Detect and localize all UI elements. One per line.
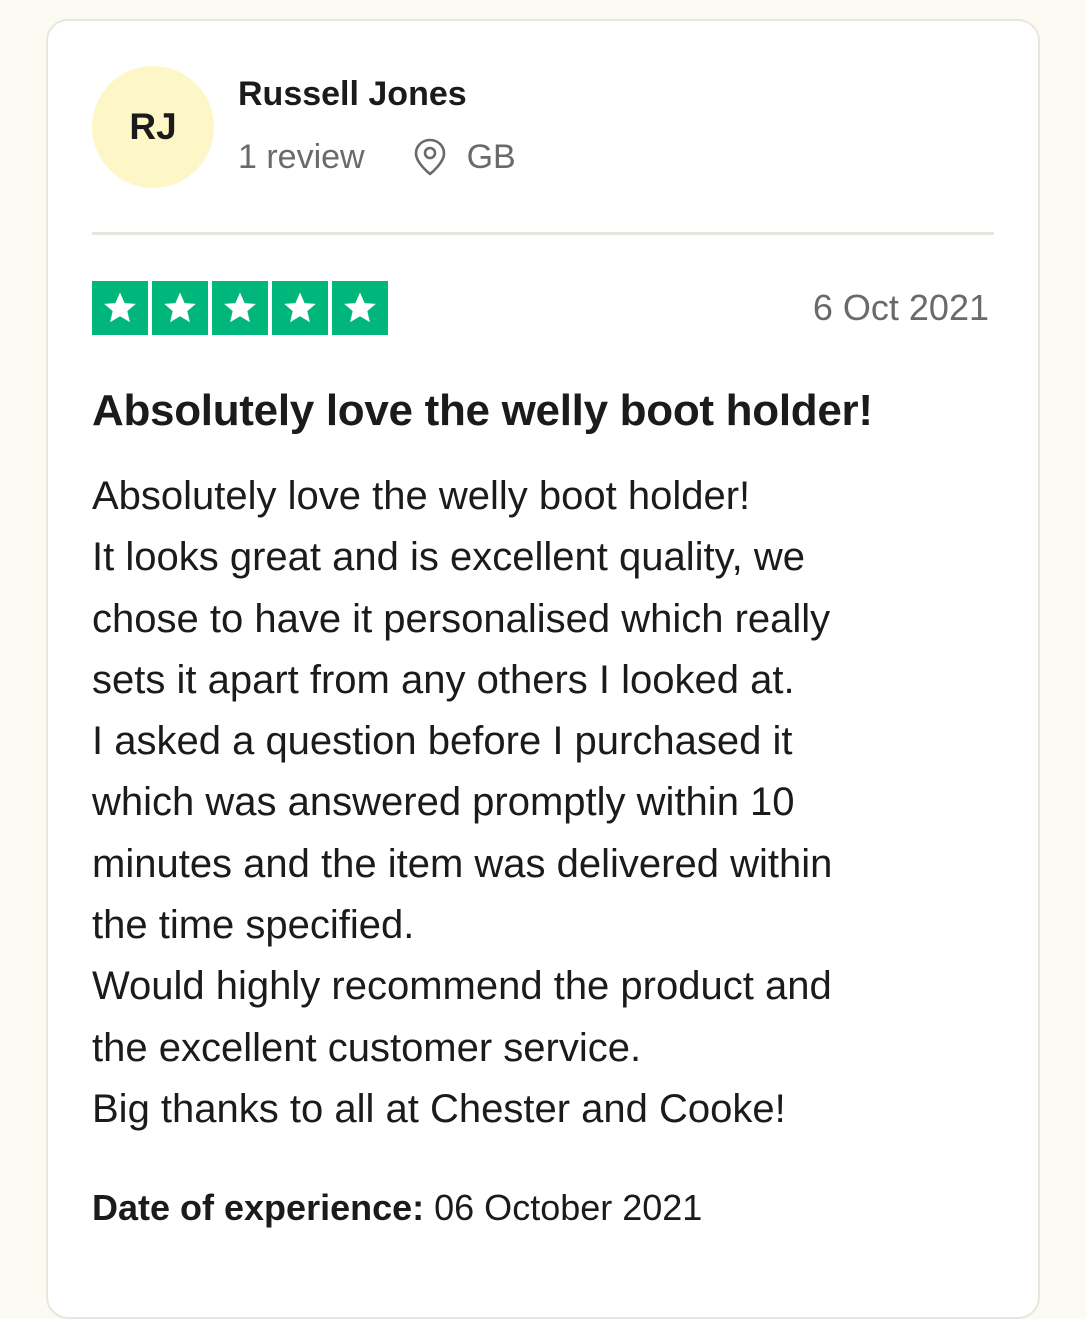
reviewer-country: GB xyxy=(466,137,516,176)
star-rating xyxy=(92,281,388,335)
review-body-line: Big thanks to all at Chester and Cooke! xyxy=(92,1086,786,1131)
reviewer-name[interactable]: Russell Jones xyxy=(238,75,467,114)
star-icon xyxy=(152,281,208,335)
review-body-line: Would highly recommend the product and xyxy=(92,964,832,1009)
header-divider xyxy=(92,232,994,235)
review-body-line: minutes and the item was delivered withi… xyxy=(92,841,833,886)
review-date: 6 Oct 2021 xyxy=(812,287,989,328)
review-body-line: sets it apart from any others I looked a… xyxy=(92,657,795,702)
avatar-initials: RJ xyxy=(129,106,177,147)
review-body: Absolutely love the welly boot holder! I… xyxy=(92,466,1002,1140)
reviewer-meta: 1 review GB xyxy=(238,135,516,179)
star-icon xyxy=(332,281,388,335)
date-of-experience: Date of experience: 06 October 2021 xyxy=(92,1187,702,1229)
experience-label: Date of experience: xyxy=(92,1187,425,1228)
star-icon xyxy=(92,281,148,335)
experience-date: 06 October 2021 xyxy=(434,1187,703,1228)
review-body-line: It looks great and is excellent quality,… xyxy=(92,535,805,580)
star-icon xyxy=(272,281,328,335)
review-body-line: chose to have it personalised which real… xyxy=(92,596,831,641)
location-pin-icon xyxy=(413,138,447,176)
review-body-line: Absolutely love the welly boot holder! xyxy=(92,474,751,518)
review-title[interactable]: Absolutely love the welly boot holder! xyxy=(92,386,873,436)
review-body-line: which was answered promptly within 10 xyxy=(92,780,795,825)
review-body-line: the time specified. xyxy=(92,903,415,948)
review-count: 1 review xyxy=(238,137,365,176)
review-body-line: I asked a question before I purchased it xyxy=(92,719,793,764)
star-icon xyxy=(212,281,268,335)
avatar[interactable]: RJ xyxy=(92,66,214,188)
review-body-line: the excellent customer service. xyxy=(92,1025,642,1070)
